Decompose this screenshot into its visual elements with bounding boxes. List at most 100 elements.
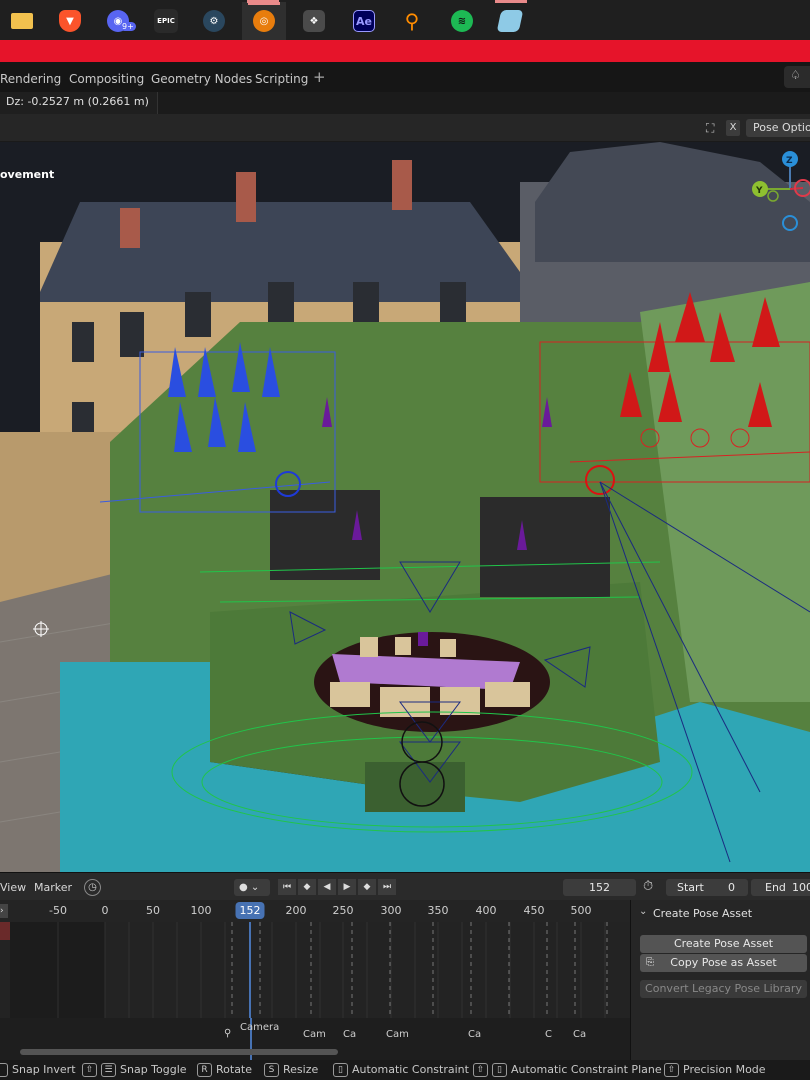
jump-end-button[interactable]: ⏭ [378,879,396,895]
grid-lines [57,922,606,1018]
status-label: Rotate [216,1063,253,1076]
view-menu[interactable]: View [0,881,26,894]
ruler-tick: 250 [332,904,354,917]
marker-label[interactable]: Ca [573,1029,586,1040]
mouse-icon: ☰ [101,1063,116,1077]
brave-icon[interactable]: ▼ [48,2,92,40]
3d-viewport[interactable]: Z Y ovement [0,142,810,872]
taskbar-highlight [247,0,279,3]
camera-marker-icon[interactable]: ⚲ [224,1028,231,1039]
blender-icon[interactable]: ◎ [242,2,286,40]
next-keyframe-button[interactable]: ◆ [358,879,376,895]
frame-ruler[interactable]: › -50 0 50 100 152 200 250 300 350 400 4… [0,900,630,922]
status-precision-mode: ⇧ Precision Mode [664,1063,766,1077]
pose-library-panel: ⌄ Create Pose Asset Create Pose Asset ⎘ … [630,900,810,1060]
ruler-tick: 450 [523,904,545,917]
dz-readout: Dz: -0.2527 m (0.2661 m) [0,92,158,114]
add-workspace-button[interactable]: + [313,68,326,86]
taskbar-highlight [495,0,527,3]
discord-icon[interactable]: ◉ 9+ [96,2,140,40]
ruler-tick: 50 [146,904,160,917]
copy-pose-as-asset-button[interactable]: ⎘ Copy Pose as Asset [640,954,807,972]
davinci-resolve-icon[interactable]: ❖ [292,2,336,40]
marker-label[interactable]: C [545,1029,552,1040]
status-bar: Snap Invert ⇧ ☰ Snap Toggle R Rotate S Resiz… [0,1060,810,1080]
current-frame-field[interactable]: 152 [563,879,636,896]
steam-icon[interactable]: ⚙ [192,2,236,40]
right-eye [480,497,610,597]
jump-start-button[interactable]: ⏮ [278,879,296,895]
timeline-scrollbar[interactable] [20,1049,338,1055]
marker-lines [231,922,608,1018]
ruler-arrow[interactable]: › [0,904,8,918]
timeline-tracks [0,922,630,1018]
chimney [236,172,256,222]
pose-options-button[interactable]: Pose Options [746,119,810,137]
preview-range-icon[interactable]: ⏱ [643,879,653,894]
end-label: End [765,881,786,894]
status-snap-invert: Snap Invert [0,1063,76,1077]
start-value: 0 [728,881,735,894]
spotify-icon[interactable]: ≋ [440,2,484,40]
app-icon[interactable] [488,2,532,40]
gizmo-z-label: Z [786,156,793,166]
convert-legacy-button[interactable]: Convert Legacy Pose Library [640,980,807,998]
status-label: Precision Mode [683,1063,766,1076]
chevron-down-icon[interactable]: ⌄ [639,906,647,917]
status-snap-toggle: ⇧ ☰ Snap Toggle [82,1063,187,1077]
everything-search-icon[interactable]: ⚲ [390,2,434,40]
scene-icon: ♤ [790,68,801,82]
transform-status-row: Dz: -0.2527 m (0.2661 m) [0,92,810,114]
screen: ▼ ◉ 9+ EPIC ⚙ ◎ ❖ Ae ⚲ ≋ Rendering Compos… [0,0,810,1080]
ruler-tick: -50 [49,904,67,917]
ruler-tick: 0 [101,904,109,917]
marker-label[interactable]: Cam [386,1029,409,1040]
marker-label[interactable]: Camera [240,1022,279,1033]
marker-label[interactable]: Cam [303,1029,326,1040]
ruler-tick: 400 [475,904,497,917]
tab-compositing[interactable]: Compositing [69,72,144,86]
copy-pose-label: Copy Pose as Asset [670,956,777,969]
tab-geometry-nodes[interactable]: Geometry Nodes [151,72,252,86]
marker-label[interactable]: Ca [343,1029,356,1040]
copy-icon: ⎘ [646,957,654,968]
create-pose-asset-button[interactable]: Create Pose Asset [640,935,807,953]
r-key-icon: R [197,1063,212,1077]
start-frame-field[interactable]: Start 0 [666,879,748,896]
tab-rendering[interactable]: Rendering [0,72,61,86]
status-label: Automatic Constraint [352,1063,469,1076]
file-explorer-icon[interactable] [0,2,44,40]
play-reverse-button[interactable]: ◀ [318,879,336,895]
play-button[interactable]: ▶ [338,879,356,895]
record-button[interactable]: ● ⌄ [234,879,270,896]
chimney [392,160,412,210]
viewport-scene: Z Y [0,142,810,872]
left-eye [270,490,380,580]
status-constraint-plane: ⇧ ▯ Automatic Constraint Plane [473,1063,662,1077]
panel-header[interactable]: Create Pose Asset [653,907,752,920]
ctrl-key-icon [0,1063,8,1077]
viewport-header: ⛶ X Pose Options [0,114,810,142]
tab-scripting[interactable]: Scripting [255,72,308,86]
x-mirror-toggle[interactable]: X [726,120,740,136]
scene-selector-button[interactable]: ♤ [784,66,810,88]
status-resize: S Resize [264,1063,318,1077]
discord-badge: 9+ [120,22,136,31]
ruler-tick: 100 [190,904,212,917]
current-frame-indicator[interactable]: 152 [235,902,265,919]
marker-label[interactable]: Ca [468,1029,481,1040]
status-rotate: R Rotate [197,1063,252,1077]
viewport-mode-label: ovement [0,168,55,181]
mirror-icon[interactable]: ⛶ [706,121,714,136]
epic-games-icon[interactable]: EPIC [144,2,188,40]
timeline-header: View Marker ◷ ● ⌄ ⏮ ◆ ◀ ▶ ◆ ⏭ 152 ⏱ Star… [0,872,810,900]
marker-menu[interactable]: Marker [34,881,72,894]
start-label: Start [677,881,704,894]
after-effects-icon[interactable]: Ae [342,2,386,40]
prev-keyframe-button[interactable]: ◆ [298,879,316,895]
playback-clock-icon[interactable]: ◷ [84,879,101,896]
timeline-area[interactable]: › -50 0 50 100 152 200 250 300 350 400 4… [0,900,630,1060]
shift-key-icon: ⇧ [473,1063,488,1077]
end-frame-field[interactable]: End 100 [751,879,810,896]
epic-games-logo: EPIC [154,9,178,33]
